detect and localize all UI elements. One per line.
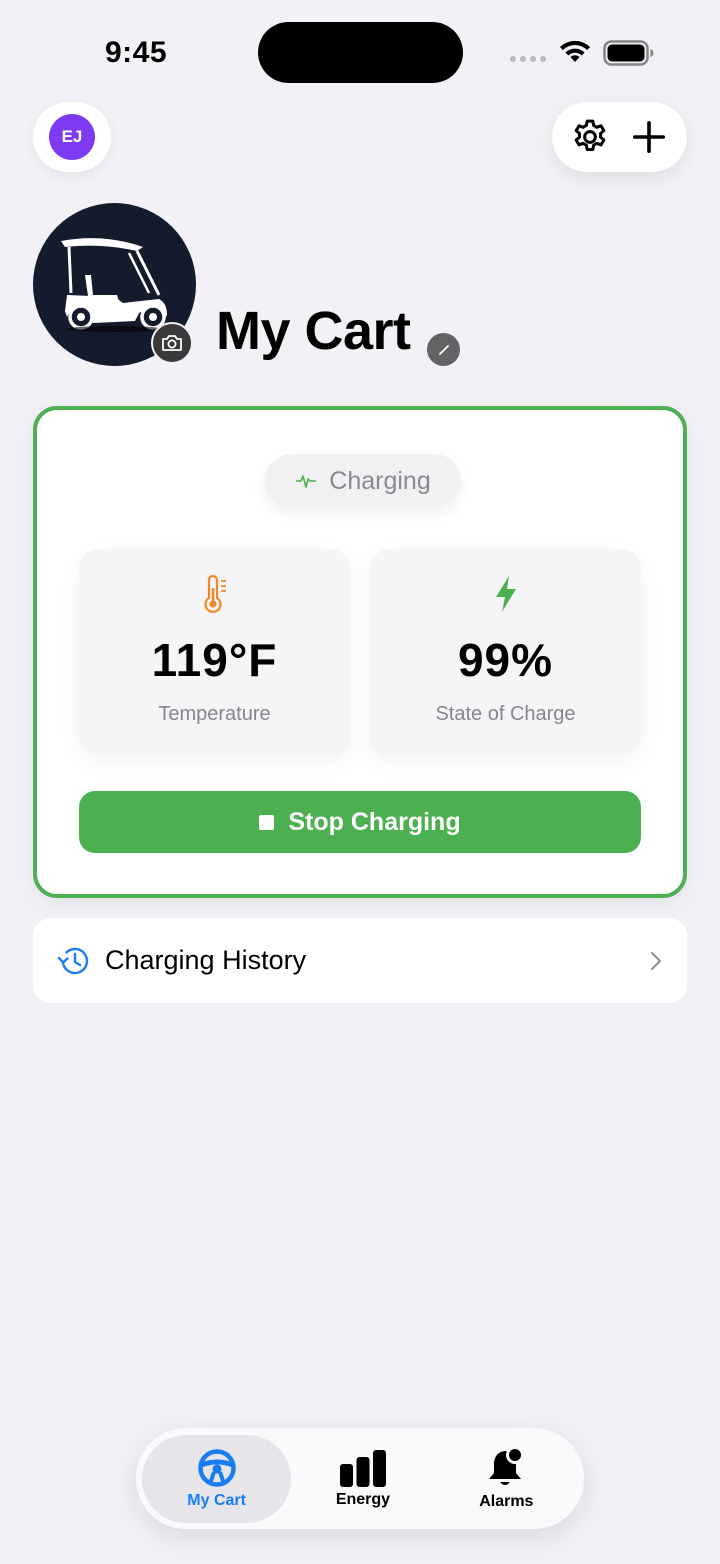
tab-bar: My Cart Energy Alarms — [136, 1428, 584, 1529]
change-photo-button[interactable] — [151, 322, 193, 364]
plus-icon — [633, 120, 666, 154]
chevron-right-icon — [651, 951, 661, 970]
bolt-icon — [495, 576, 516, 612]
state-of-charge-value: 99% — [457, 634, 554, 686]
dynamic-island — [258, 22, 463, 83]
thermometer-icon — [203, 575, 226, 613]
state-of-charge-tile: 99% State of Charge — [370, 549, 641, 755]
avatar: EJ — [49, 114, 95, 160]
stop-icon — [259, 814, 275, 830]
stop-charging-button[interactable]: Stop Charging — [79, 791, 641, 853]
camera-icon — [162, 335, 182, 351]
temperature-label: Temperature — [158, 703, 271, 725]
status-label: Charging — [329, 466, 431, 495]
state-of-charge-label: State of Charge — [435, 703, 576, 725]
stop-charging-label: Stop Charging — [288, 807, 461, 836]
steering-wheel-icon — [197, 1448, 236, 1487]
add-button[interactable] — [624, 112, 674, 162]
tab-label-energy: Energy — [335, 1490, 391, 1508]
top-actions — [552, 102, 687, 172]
charging-history-label: Charging History — [105, 945, 307, 975]
tab-label-alarms: Alarms — [479, 1492, 534, 1510]
wifi-icon — [560, 40, 590, 62]
pencil-icon — [438, 344, 449, 355]
history-icon — [57, 947, 89, 974]
battery-icon — [603, 40, 654, 66]
tab-my-cart[interactable]: My Cart — [142, 1434, 292, 1523]
charging-history-row[interactable]: Charging History — [33, 918, 687, 1003]
bell-badge-icon — [489, 1446, 525, 1485]
cellular-signal-icon — [510, 56, 546, 62]
tab-energy[interactable]: Energy — [291, 1435, 434, 1523]
tab-alarms[interactable]: Alarms — [435, 1435, 578, 1523]
charging-status-card: Charging 119°F Temperature 99% State of … — [33, 406, 687, 898]
temperature-tile: 119°F Temperature — [79, 549, 350, 755]
cart-name: My Cart — [216, 301, 411, 361]
bar-chart-icon — [339, 1449, 386, 1487]
status-bar: 9:45 — [0, 0, 720, 100]
gear-icon — [574, 119, 606, 151]
waveform-icon — [296, 475, 317, 488]
tab-label-my-cart: My Cart — [187, 1491, 246, 1509]
status-time: 9:45 — [105, 36, 168, 69]
temperature-value: 119°F — [151, 634, 278, 686]
status-badge: Charging — [265, 454, 461, 508]
edit-name-button[interactable] — [427, 333, 460, 366]
profile-button[interactable]: EJ — [33, 102, 111, 172]
settings-button[interactable] — [565, 112, 615, 162]
